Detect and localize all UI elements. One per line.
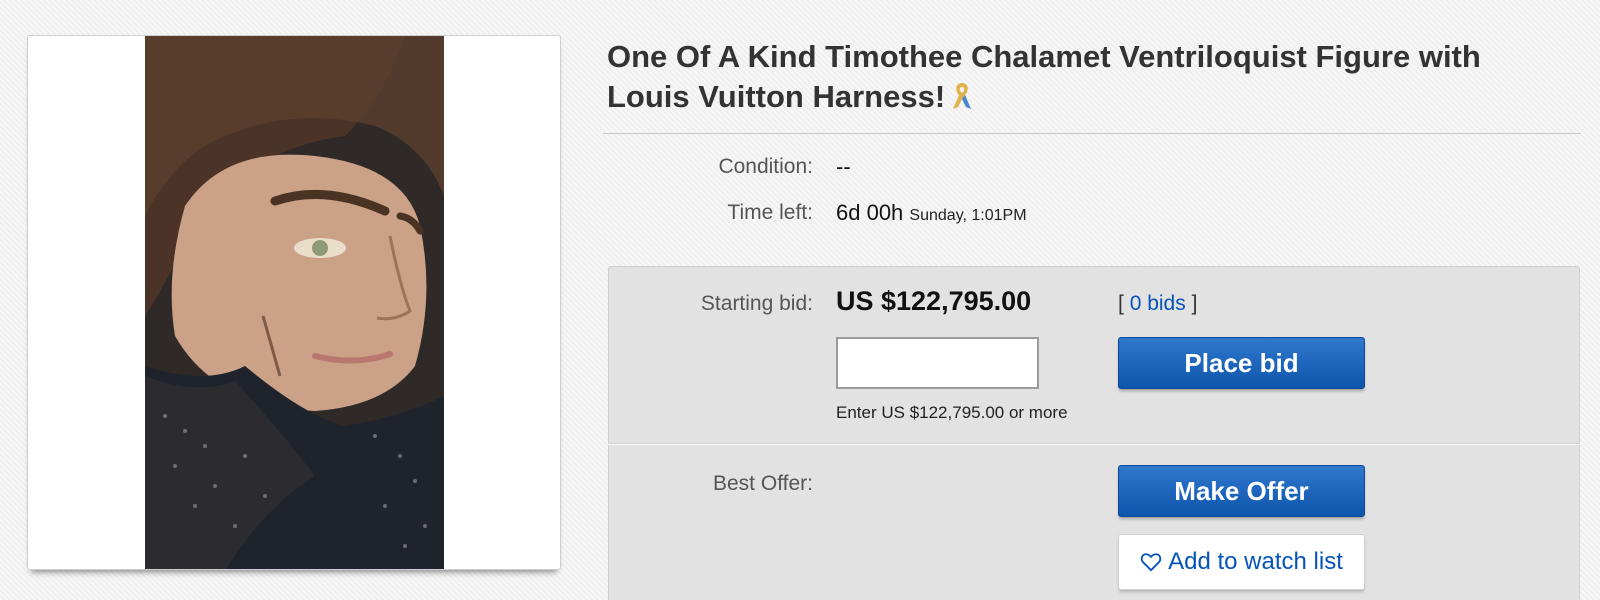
heart-icon bbox=[1140, 553, 1162, 572]
add-to-watch-list-button[interactable]: Add to watch list bbox=[1118, 534, 1365, 590]
bid-count-link[interactable]: 0 bids bbox=[1130, 292, 1186, 315]
best-offer-label: Best Offer: bbox=[713, 472, 813, 495]
condition-label: Condition: bbox=[718, 155, 813, 178]
bid-panel bbox=[608, 266, 1580, 600]
make-offer-button[interactable]: Make Offer bbox=[1118, 465, 1365, 517]
condition-value: -- bbox=[836, 154, 851, 179]
bid-panel-divider bbox=[608, 443, 1580, 445]
time-left-value: 6d 00h Sunday, 1:01PM bbox=[836, 200, 1027, 226]
bid-count-open-bracket: [ bbox=[1118, 292, 1124, 315]
item-image-frame[interactable] bbox=[27, 35, 561, 570]
time-left-remaining: 6d 00h bbox=[836, 200, 904, 225]
listing-title: One Of A Kind Timothee Chalamet Ventrilo… bbox=[607, 37, 1567, 117]
add-to-watch-list-label: Add to watch list bbox=[1168, 548, 1343, 575]
item-photo[interactable] bbox=[145, 36, 444, 569]
ventriloquist-figure-image bbox=[145, 36, 444, 569]
time-left-label: Time left: bbox=[727, 201, 813, 224]
bid-hint: Enter US $122,795.00 or more bbox=[836, 403, 1068, 422]
place-bid-button[interactable]: Place bid bbox=[1118, 337, 1365, 389]
bid-amount-input[interactable] bbox=[836, 337, 1039, 389]
awareness-ribbon-icon bbox=[953, 83, 972, 109]
title-divider bbox=[603, 133, 1581, 134]
starting-bid-label: Starting bid: bbox=[700, 292, 813, 315]
starting-bid-price: US $122,795.00 bbox=[836, 286, 1032, 316]
listing-title-text: One Of A Kind Timothee Chalamet Ventrilo… bbox=[607, 39, 1481, 114]
bid-count: [ 0 bids ] bbox=[1118, 292, 1197, 316]
time-left-end: Sunday, 1:01PM bbox=[909, 207, 1027, 224]
bid-count-close-bracket: ] bbox=[1191, 292, 1198, 315]
